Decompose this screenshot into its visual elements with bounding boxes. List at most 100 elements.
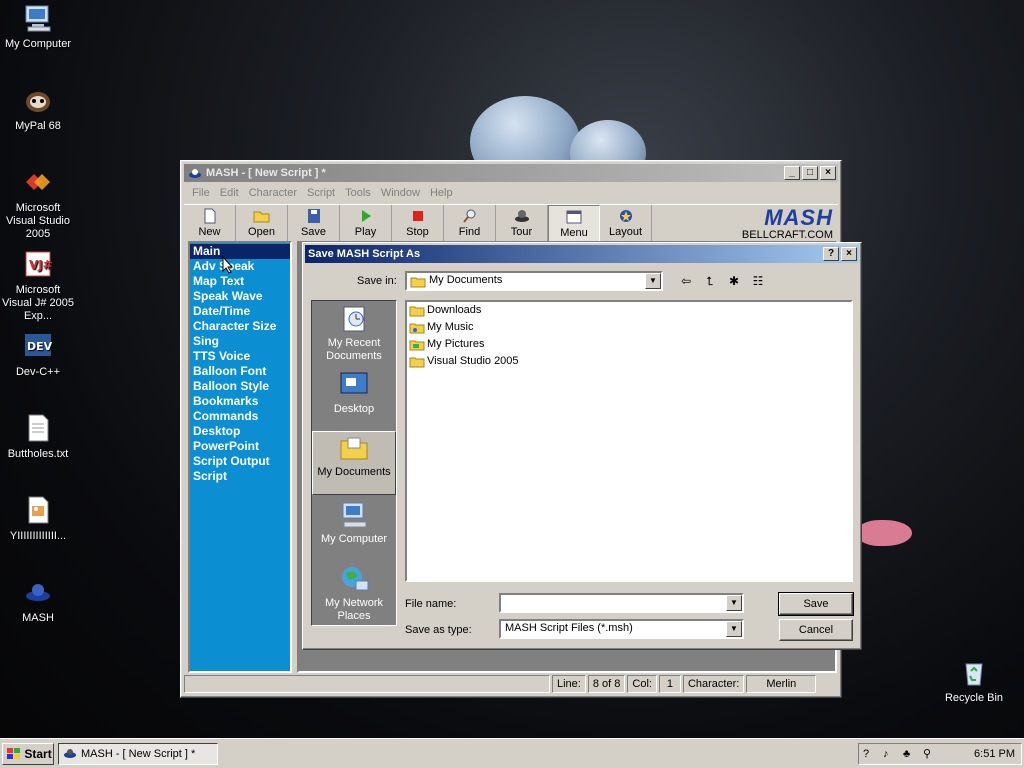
open-folder-icon: [253, 211, 269, 223]
desktop-icon-mash[interactable]: MASH: [0, 576, 76, 625]
new-label: New: [198, 226, 221, 238]
place-my-recent-documents[interactable]: My Recent Documents: [312, 303, 396, 367]
help-tray-icon[interactable]: ?: [863, 744, 869, 764]
save-dialog: Save MASH Script As ? × Save in: My Docu…: [302, 242, 862, 650]
play-button[interactable]: Play: [340, 205, 392, 242]
place-label: My Recent Documents: [326, 337, 382, 362]
command-item[interactable]: Commands: [190, 409, 290, 424]
command-item[interactable]: Main: [190, 244, 290, 259]
visual-j-icon: VJ#: [25, 251, 53, 277]
menu-toolbar-button[interactable]: Menu: [548, 205, 600, 242]
command-item[interactable]: Balloon Style: [190, 379, 290, 394]
command-item[interactable]: TTS Voice: [190, 349, 290, 364]
command-item[interactable]: Sing: [190, 334, 290, 349]
list-item[interactable]: Visual Studio 2005: [407, 353, 851, 370]
file-list[interactable]: Downloads My Music My Pictures Visual St…: [405, 300, 853, 582]
file-name: My Music: [427, 321, 474, 333]
dialog-close-button[interactable]: ×: [841, 247, 857, 261]
command-item[interactable]: Speak Wave: [190, 289, 290, 304]
recycle-bin-icon: [965, 663, 983, 686]
command-item[interactable]: Date/Time: [190, 304, 290, 319]
command-item[interactable]: Bookmarks: [190, 394, 290, 409]
list-item[interactable]: My Music: [407, 319, 851, 336]
search-tray-icon[interactable]: ⚲: [923, 744, 931, 764]
save-as-type-select[interactable]: MASH Script Files (*.msh) ▼: [499, 619, 744, 639]
desktop-icon-devcpp[interactable]: DEV Dev-C++: [0, 330, 76, 379]
desktop-icon-label: YIIIIIIIIIIIII...: [9, 530, 67, 542]
new-folder-icon[interactable]: ✱: [725, 273, 743, 289]
up-folder-icon[interactable]: ⮤: [701, 273, 719, 289]
character-value: Merlin: [746, 675, 817, 693]
menu-tools[interactable]: Tools: [340, 185, 376, 203]
command-item[interactable]: Script: [190, 469, 290, 484]
file-name: My Pictures: [427, 338, 485, 350]
place-my-network-places[interactable]: My Network Places: [312, 563, 396, 625]
stop-label: Stop: [406, 226, 429, 238]
command-item[interactable]: Map Text: [190, 274, 290, 289]
mash-titlebar[interactable]: MASH - [ New Script ] * _ □ ×: [184, 164, 838, 182]
desktop-icon-text-file[interactable]: Buttholes.txt: [0, 412, 76, 461]
chevron-down-icon[interactable]: ▼: [726, 621, 742, 637]
place-my-computer[interactable]: My Computer: [312, 499, 396, 559]
mash-icon: [64, 749, 76, 758]
brand-name: MASH: [764, 205, 833, 230]
desktop-icon-visual-studio[interactable]: Microsoft Visual Studio 2005: [0, 166, 76, 241]
network-globe-icon: [342, 567, 369, 591]
save-button[interactable]: Save: [778, 592, 854, 616]
tour-icon: [514, 210, 529, 222]
menu-window[interactable]: Window: [376, 185, 425, 203]
open-button[interactable]: Open: [236, 205, 288, 242]
command-item[interactable]: PowerPoint: [190, 439, 290, 454]
menu-character[interactable]: Character: [244, 185, 302, 203]
view-menu-icon[interactable]: ☷: [749, 273, 767, 289]
list-item[interactable]: My Pictures: [407, 336, 851, 353]
brand-logo: MASH BELLCRAFT.COM: [742, 205, 833, 241]
layout-button[interactable]: Layout: [600, 205, 652, 242]
folder-icon: [409, 357, 425, 367]
desktop-icon-mypal[interactable]: MyPal 68: [0, 84, 76, 133]
cancel-button[interactable]: Cancel: [779, 619, 853, 641]
close-button[interactable]: ×: [820, 166, 836, 180]
new-file-icon: [204, 208, 215, 224]
new-button[interactable]: New: [184, 205, 236, 242]
list-item[interactable]: Downloads: [407, 302, 851, 319]
stop-button[interactable]: Stop: [392, 205, 444, 242]
back-arrow-icon[interactable]: ⇦: [677, 273, 695, 289]
col-value: 1: [658, 675, 681, 693]
menu-script[interactable]: Script: [302, 185, 340, 203]
network-tray-icon[interactable]: ♣: [903, 744, 910, 764]
menu-file[interactable]: File: [187, 185, 215, 203]
windows-logo-icon: [7, 748, 20, 759]
dialog-titlebar[interactable]: Save MASH Script As ? ×: [305, 245, 859, 263]
maximize-button[interactable]: □: [802, 166, 818, 180]
place-my-documents[interactable]: My Documents: [312, 431, 396, 495]
minimize-button[interactable]: _: [784, 166, 800, 180]
command-item[interactable]: Character Size: [190, 319, 290, 334]
desktop-icon-visual-j[interactable]: VJ# Microsoft Visual J# 2005 Exp...: [0, 248, 76, 323]
tour-button[interactable]: Tour: [496, 205, 548, 242]
desktop-icon-label: My Computer: [4, 38, 72, 50]
find-button[interactable]: Find: [444, 205, 496, 242]
desktop-icon-my-computer[interactable]: My Computer: [0, 2, 76, 51]
desktop-icon-image-file[interactable]: YIIIIIIIIIIIII...: [0, 494, 76, 543]
taskbar-button-mash[interactable]: MASH - [ New Script ] *: [58, 743, 218, 765]
menu-help[interactable]: Help: [425, 185, 458, 203]
chevron-down-icon[interactable]: ▼: [645, 273, 661, 289]
my-documents-folder-icon: [340, 437, 368, 460]
places-bar: My Recent Documents Desktop My Documents…: [311, 300, 397, 626]
command-item[interactable]: Adv Speak: [190, 259, 290, 274]
save-in-value: My Documents: [429, 274, 503, 286]
start-button[interactable]: Start: [2, 743, 54, 765]
file-name-input[interactable]: ▼: [499, 593, 744, 613]
menu-edit[interactable]: Edit: [215, 185, 244, 203]
volume-tray-icon[interactable]: ♪: [883, 744, 889, 764]
save-toolbar-button[interactable]: Save: [288, 205, 340, 242]
desktop-icon-recycle-bin[interactable]: Recycle Bin: [936, 656, 1012, 705]
chevron-down-icon[interactable]: ▼: [726, 595, 742, 611]
command-item[interactable]: Desktop: [190, 424, 290, 439]
command-item[interactable]: Balloon Font: [190, 364, 290, 379]
command-item[interactable]: Script Output: [190, 454, 290, 469]
save-in-select[interactable]: My Documents ▼: [405, 271, 663, 291]
place-desktop[interactable]: Desktop: [312, 369, 396, 425]
help-button[interactable]: ?: [823, 247, 839, 261]
